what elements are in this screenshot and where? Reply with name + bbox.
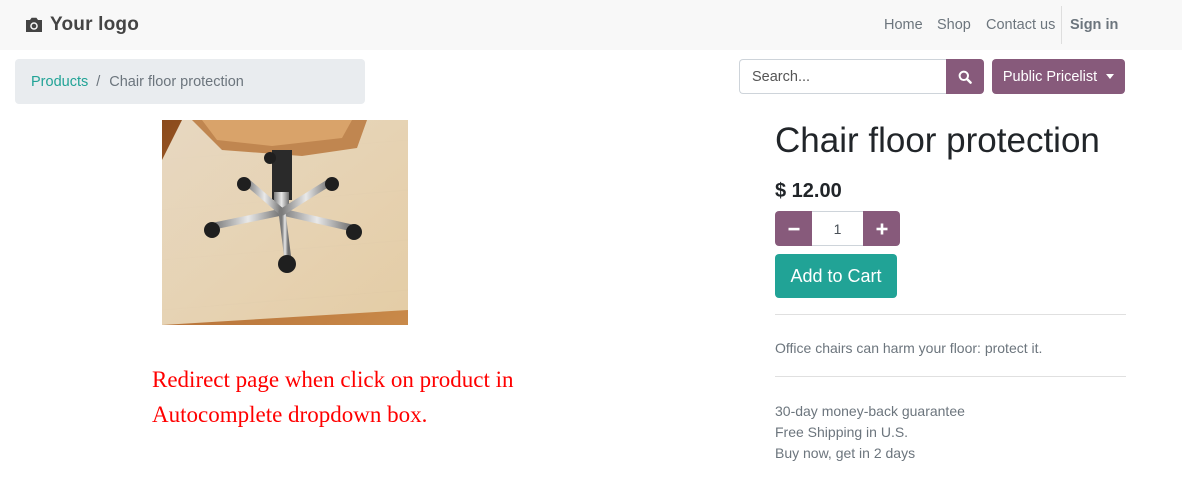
breadcrumb: Products / Chair floor protection [15,59,365,104]
product-photo [162,120,408,325]
feature-free-shipping: Free Shipping in U.S. [775,424,909,440]
divider [775,314,1126,315]
annotation-note: Redirect page when click on product in A… [152,362,572,432]
product-description: Office chairs can harm your floor: prote… [775,340,1043,356]
camera-icon [26,17,42,32]
quantity-input[interactable] [812,211,863,246]
nav-divider [1061,6,1062,44]
feature-delivery: Buy now, get in 2 days [775,445,916,461]
product-features-list: 30-day money-back guarantee Free Shippin… [775,401,965,464]
breadcrumb-products-link[interactable]: Products [31,74,88,90]
breadcrumb-current: Chair floor protection [109,73,244,90]
pricelist-label: Public Pricelist [1002,68,1098,85]
add-to-cart-button[interactable]: Add to Cart [775,254,897,298]
plus-icon [876,223,887,234]
nav-contact-link[interactable]: Contact us [986,0,1055,50]
logo-text: Your logo [50,14,140,35]
search-bar [739,59,984,94]
nav-shop-link[interactable]: Shop [937,0,971,50]
annotation-line-2: Autocomplete dropdown box. [152,402,428,427]
quantity-increase-button[interactable] [863,211,900,246]
sign-in-link[interactable]: Sign in [1070,0,1118,50]
search-icon [958,70,972,84]
quantity-stepper [775,211,900,246]
pricelist-dropdown[interactable]: Public Pricelist [992,59,1125,94]
product-image[interactable] [162,120,408,325]
search-input[interactable] [739,59,946,94]
nav-home-link[interactable]: Home [884,0,923,50]
product-price: $ 12.00 [775,180,842,202]
top-navbar: Your logo Home Shop Contact us Sign in [0,0,1182,50]
caret-down-icon [1106,74,1115,79]
minus-icon [788,227,799,230]
breadcrumb-separator: / [96,73,101,90]
divider [775,376,1126,377]
feature-money-back: 30-day money-back guarantee [775,403,965,419]
site-logo[interactable]: Your logo [24,12,139,38]
quantity-decrease-button[interactable] [775,211,812,246]
annotation-line-1: Redirect page when click on product in [152,367,514,392]
search-button[interactable] [946,59,984,94]
product-title: Chair floor protection [775,121,1100,160]
